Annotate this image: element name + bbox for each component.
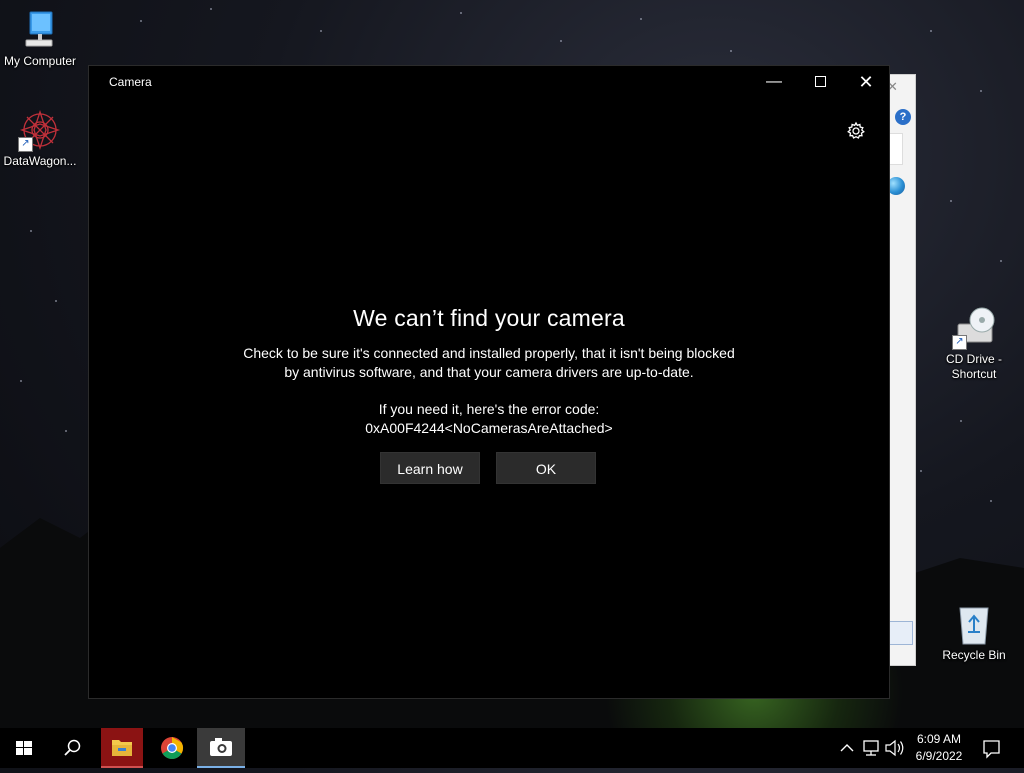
- start-icon: [16, 741, 32, 755]
- shortcut-arrow-icon: ↗: [18, 137, 33, 152]
- chevron-up-icon: [840, 744, 854, 752]
- desktop-icon-label: Recycle Bin: [942, 648, 1006, 662]
- minimize-icon: —: [766, 73, 782, 90]
- ok-button[interactable]: OK: [496, 452, 596, 484]
- file-explorer-icon: [112, 740, 132, 756]
- error-code-label: If you need it, here's the error code:: [378, 401, 600, 417]
- close-button[interactable]: ✕: [843, 66, 889, 98]
- error-description: Check to be sure it's connected and inst…: [89, 344, 889, 438]
- error-message: We can’t find your camera Check to be su…: [89, 305, 889, 438]
- network-icon: [863, 740, 879, 756]
- network-button[interactable]: [862, 728, 882, 768]
- desktop-icon-label: DataWagon...: [3, 154, 77, 168]
- search-button[interactable]: [48, 728, 96, 768]
- desktop-icon-my-computer[interactable]: My Computer: [0, 8, 80, 69]
- error-heading: We can’t find your camera: [353, 305, 625, 331]
- settings-button[interactable]: [846, 121, 866, 141]
- show-hidden-icons-button[interactable]: [838, 728, 856, 768]
- desktop-icon-recycle-bin[interactable]: Recycle Bin: [934, 602, 1014, 663]
- clock-time: 6:09 AM: [916, 732, 962, 746]
- error-code: 0xA00F4244<NoCamerasAreAttached>: [365, 420, 613, 436]
- chrome-icon: [161, 737, 183, 759]
- camera-window: Camera — ✕ We can’t find your camera Che…: [88, 65, 890, 699]
- computer-icon: [18, 8, 62, 52]
- taskbar-chrome[interactable]: [148, 728, 196, 768]
- help-icon[interactable]: ?: [895, 109, 911, 125]
- close-icon: ✕: [858, 72, 874, 92]
- minimize-button[interactable]: —: [751, 66, 797, 98]
- learn-how-button[interactable]: Learn how: [380, 452, 480, 484]
- desktop-icon-cd-drive[interactable]: ↗ CD Drive - Shortcut: [934, 306, 1014, 382]
- desktop-icon-datawagon[interactable]: ↗ DataWagon...: [0, 108, 80, 169]
- action-center-button[interactable]: [976, 728, 1006, 768]
- camera-icon: [210, 738, 232, 756]
- maximize-icon: [814, 76, 826, 88]
- datawagon-icon: ↗: [18, 108, 62, 152]
- gear-icon: [847, 121, 865, 139]
- taskbar-file-explorer[interactable]: [101, 728, 143, 768]
- volume-icon: [885, 739, 904, 757]
- window-title: Camera: [109, 75, 152, 89]
- taskbar-camera[interactable]: [197, 728, 245, 768]
- notification-icon: [983, 740, 1000, 759]
- clock-date: 6/9/2022: [915, 749, 963, 763]
- cd-drive-icon: ↗: [952, 306, 996, 350]
- desktop-icon-label: CD Drive - Shortcut: [946, 352, 1002, 381]
- maximize-button[interactable]: [797, 66, 843, 98]
- volume-button[interactable]: [884, 728, 906, 768]
- recycle-bin-icon: [952, 602, 996, 646]
- error-description-line1: Check to be sure it's connected and inst…: [243, 345, 735, 361]
- search-icon: [64, 739, 81, 756]
- desktop-icon-label: My Computer: [3, 54, 77, 68]
- shortcut-arrow-icon: ↗: [952, 335, 967, 350]
- title-bar[interactable]: Camera — ✕: [89, 66, 889, 98]
- start-button[interactable]: [0, 728, 48, 768]
- error-description-line2: by antivirus software, and that your cam…: [284, 364, 694, 380]
- clock[interactable]: 6:09 AM 6/9/2022: [908, 728, 970, 771]
- taskbar: 6:09 AM 6/9/2022: [0, 728, 1024, 768]
